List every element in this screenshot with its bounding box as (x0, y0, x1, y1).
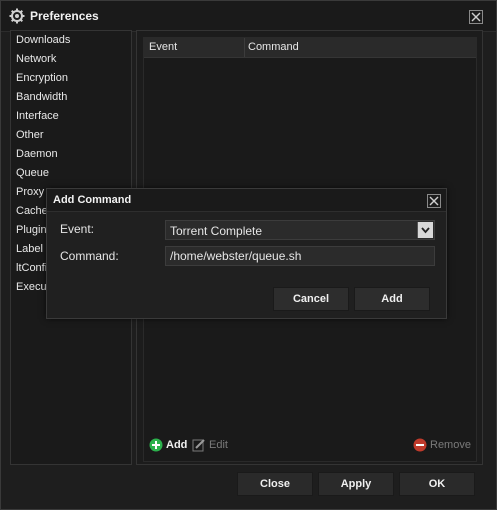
sidebar-item-daemon[interactable]: Daemon (16, 145, 58, 164)
chevron-down-icon (421, 227, 430, 234)
command-input[interactable] (165, 246, 435, 266)
dialog-close-button[interactable] (427, 194, 441, 208)
sidebar-item-cache[interactable]: Cache (16, 202, 48, 221)
sidebar-item-downloads[interactable]: Downloads (16, 31, 70, 50)
remove-command-label: Remove (430, 439, 471, 451)
close-icon (471, 12, 481, 22)
command-label: Command: (60, 249, 119, 263)
sidebar-item-encryption[interactable]: Encryption (16, 69, 68, 88)
close-icon (429, 196, 439, 206)
table-header: Event Command (144, 38, 476, 58)
sidebar-item-label[interactable]: Label (16, 240, 43, 259)
sidebar-item-other[interactable]: Other (16, 126, 44, 145)
title-bar: Preferences (1, 1, 496, 32)
ok-button[interactable]: OK (399, 472, 475, 496)
window-title: Preferences (30, 9, 99, 23)
event-select[interactable]: Torrent Complete (165, 220, 435, 240)
sidebar-item-proxy[interactable]: Proxy (16, 183, 44, 202)
sidebar-item-queue[interactable]: Queue (16, 164, 49, 183)
sidebar-item-interface[interactable]: Interface (16, 107, 59, 126)
add-command-dialog: Add Command Event: Torrent Complete Comm… (46, 188, 447, 319)
close-button[interactable]: Close (237, 472, 313, 496)
sidebar-item-network[interactable]: Network (16, 50, 56, 69)
edit-icon (192, 439, 205, 452)
event-label: Event: (60, 222, 95, 236)
add-command-label: Add (166, 439, 188, 451)
remove-icon (413, 438, 427, 452)
gear-icon (9, 8, 25, 24)
dialog-add-button[interactable]: Add (354, 287, 430, 311)
sidebar-item-bandwidth[interactable]: Bandwidth (16, 88, 67, 107)
column-header-command[interactable]: Command (248, 38, 299, 57)
column-divider[interactable] (244, 38, 245, 57)
add-icon (149, 438, 163, 452)
column-header-event[interactable]: Event (149, 38, 177, 57)
apply-button[interactable]: Apply (318, 472, 394, 496)
event-select-value: Torrent Complete (170, 224, 263, 238)
dialog-title-bar: Add Command (47, 189, 446, 212)
dropdown-arrow[interactable] (417, 222, 433, 238)
dialog-title: Add Command (53, 194, 132, 206)
window-close-button[interactable] (469, 10, 483, 24)
edit-command-label: Edit (209, 439, 228, 451)
cancel-button[interactable]: Cancel (273, 287, 349, 311)
